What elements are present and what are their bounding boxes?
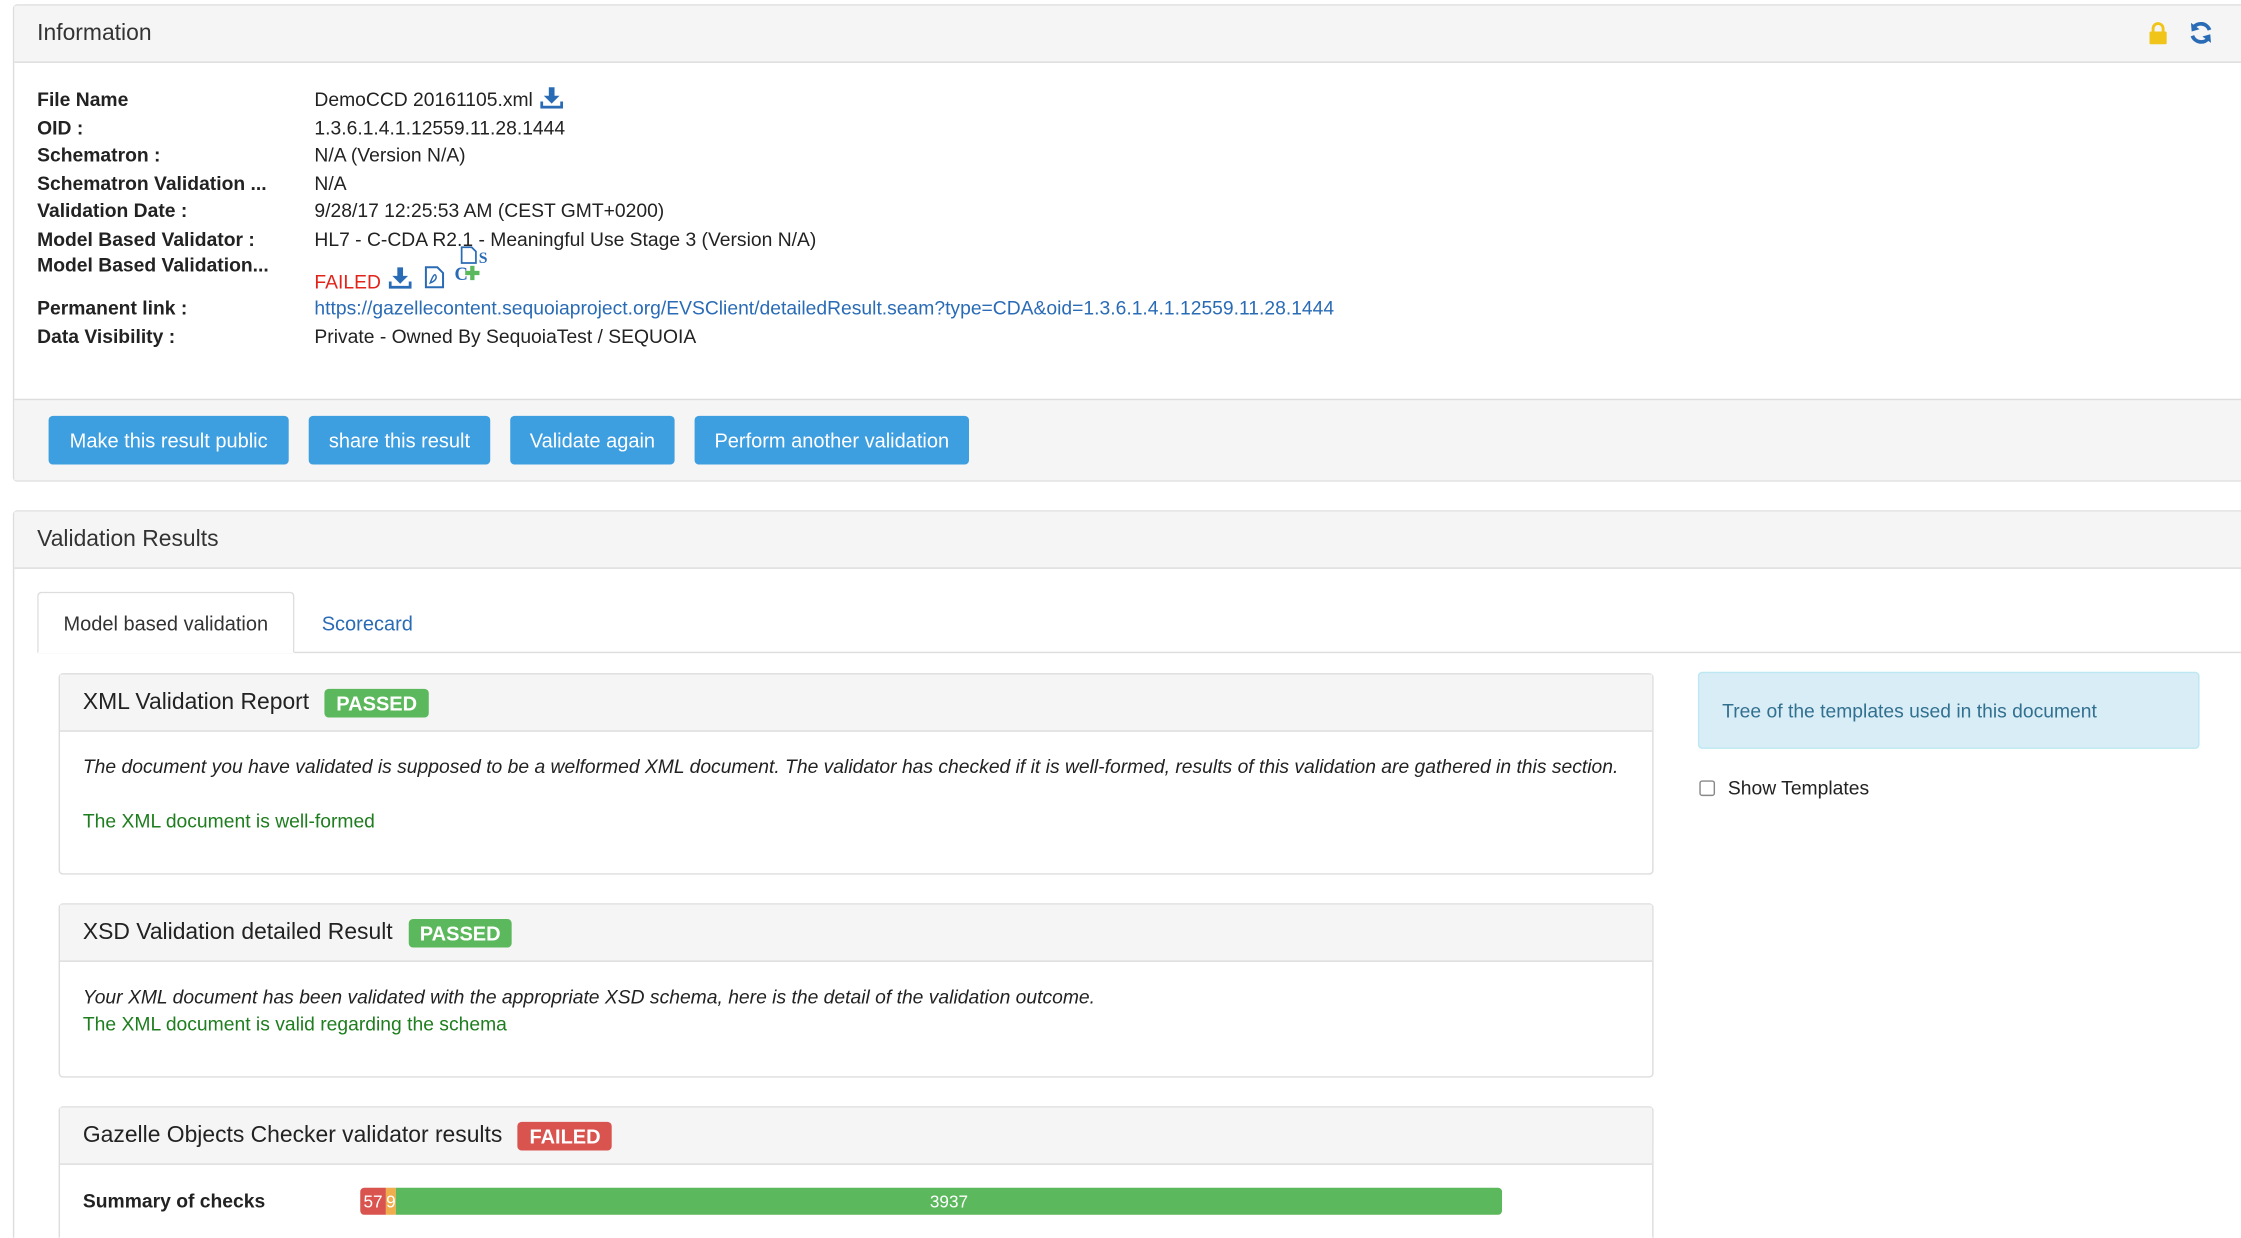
goc-validation-panel: Gazelle Objects Checker validator result… — [58, 1106, 1654, 1238]
share-result-button[interactable]: share this result — [308, 415, 491, 465]
progress-warnings: 9 — [385, 1187, 396, 1215]
value-validation-date: 9/28/17 12:25:53 AM (CEST GMT+0200) — [314, 200, 665, 222]
value-schematron: N/A (Version N/A) — [314, 144, 466, 167]
xsd-validation-panel: XSD Validation detailed Result PASSED Yo… — [58, 903, 1654, 1078]
label-schematron-validation: Schematron Validation ... — [37, 172, 267, 195]
row-oid: OID : 1.3.6.1.4.1.12559.11.28.1444 — [37, 114, 1334, 142]
information-heading: Information — [14, 5, 2241, 63]
row-file-name: File Name DemoCCD 20161105.xml — [37, 86, 1334, 114]
row-data-visibility: Data Visibility : Private - Owned By Seq… — [37, 322, 1334, 350]
label-permanent-link: Permanent link : — [37, 297, 188, 320]
xsd-status-badge: PASSED — [408, 918, 513, 947]
show-templates-label[interactable]: Show Templates — [1728, 777, 1869, 798]
lock-icon[interactable] — [2148, 21, 2168, 52]
label-file-name: File Name — [37, 88, 129, 111]
download-icon[interactable] — [539, 86, 563, 113]
show-templates-row[interactable]: Show Templates — [1699, 777, 1869, 799]
summary-of-checks-label: Summary of checks — [82, 1190, 266, 1212]
row-schematron-validation: Schematron Validation ... N/A — [37, 169, 1334, 197]
pdf-icon[interactable] — [424, 266, 444, 293]
row-validation-date: Validation Date : 9/28/17 12:25:53 AM (C… — [37, 197, 1334, 225]
xml-status-badge: PASSED — [324, 688, 429, 717]
progress-passed: 3937 — [395, 1187, 1503, 1215]
tab-scorecard[interactable]: Scorecard — [294, 592, 440, 653]
goc-validation-heading: Gazelle Objects Checker validator result… — [60, 1107, 1653, 1165]
xsd-validation-description: Your XML document has been validated wit… — [82, 986, 1096, 1008]
xml-validation-result: The XML document is well-formed — [82, 810, 375, 832]
validation-results-title: Validation Results — [37, 527, 219, 552]
row-schematron: Schematron : N/A (Version N/A) — [37, 141, 1334, 169]
perform-another-validation-button[interactable]: Perform another validation — [694, 415, 969, 465]
value-file-name: DemoCCD 20161105.xml — [314, 88, 533, 111]
xsd-validation-result: The XML document is valid regarding the … — [82, 1013, 507, 1035]
validation-results-heading: Validation Results — [14, 511, 2241, 569]
xsd-validation-title: XSD Validation detailed Result — [82, 919, 393, 944]
label-oid: OID : — [37, 116, 84, 139]
refresh-icon[interactable] — [2188, 20, 2214, 53]
row-model-based-validator: Model Based Validator : HL7 - C-CDA R2.1… — [37, 225, 1334, 253]
download-report-icon[interactable] — [388, 267, 411, 293]
information-panel: Information File Name DemoCCD 20161105.x… — [12, 4, 2241, 482]
value-oid: 1.3.6.1.4.1.12559.11.28.1444 — [314, 116, 566, 139]
summary-progress-bar: 57 9 3937 — [360, 1187, 1503, 1215]
goc-status-badge: FAILED — [518, 1121, 613, 1150]
permanent-link[interactable]: https://gazellecontent.sequoiaproject.or… — [314, 298, 1334, 319]
label-data-visibility: Data Visibility : — [37, 325, 176, 347]
label-model-based-validation: Model Based Validation... — [37, 254, 269, 276]
row-model-based-validation: Model Based Validation... FAILED SC — [37, 246, 1334, 294]
xml-validation-panel: XML Validation Report PASSED The documen… — [58, 673, 1654, 875]
row-permanent-link: Permanent link : https://gazellecontent.… — [37, 294, 1334, 322]
action-buttons: Make this result public share this resul… — [34, 415, 1034, 465]
label-schematron: Schematron : — [37, 144, 161, 167]
validate-again-button[interactable]: Validate again — [510, 415, 675, 465]
xml-validation-title: XML Validation Report — [82, 689, 310, 714]
template-tree-box: Tree of the templates used in this docum… — [1697, 671, 2200, 749]
label-model-based-validator: Model Based Validator : — [37, 228, 255, 250]
xml-validation-description: The document you have validated is suppo… — [82, 756, 1619, 778]
cda-pdf-add-icon[interactable]: SC — [452, 246, 492, 287]
xsd-validation-heading: XSD Validation detailed Result PASSED — [60, 904, 1653, 962]
information-title: Information — [37, 21, 152, 46]
show-templates-checkbox[interactable] — [1699, 780, 1716, 797]
results-tabs: Model based validation Scorecard — [37, 591, 2241, 654]
value-schematron-validation: N/A — [314, 172, 347, 195]
value-data-visibility: Private - Owned By SequoiaTest / SEQUOIA — [314, 325, 697, 347]
xml-validation-heading: XML Validation Report PASSED — [60, 674, 1653, 732]
goc-validation-title: Gazelle Objects Checker validator result… — [82, 1122, 503, 1147]
information-details: File Name DemoCCD 20161105.xml OID : 1.3… — [37, 86, 1334, 350]
progress-errors: 57 — [360, 1187, 386, 1215]
value-model-based-validator: HL7 - C-CDA R2.1 - Meaningful Use Stage … — [314, 228, 817, 250]
make-public-button[interactable]: Make this result public — [48, 415, 289, 465]
tab-model-based-validation[interactable]: Model based validation — [37, 591, 295, 654]
value-model-based-validation: FAILED — [314, 271, 381, 293]
label-validation-date: Validation Date : — [37, 200, 188, 222]
svg-text:S: S — [478, 250, 487, 267]
